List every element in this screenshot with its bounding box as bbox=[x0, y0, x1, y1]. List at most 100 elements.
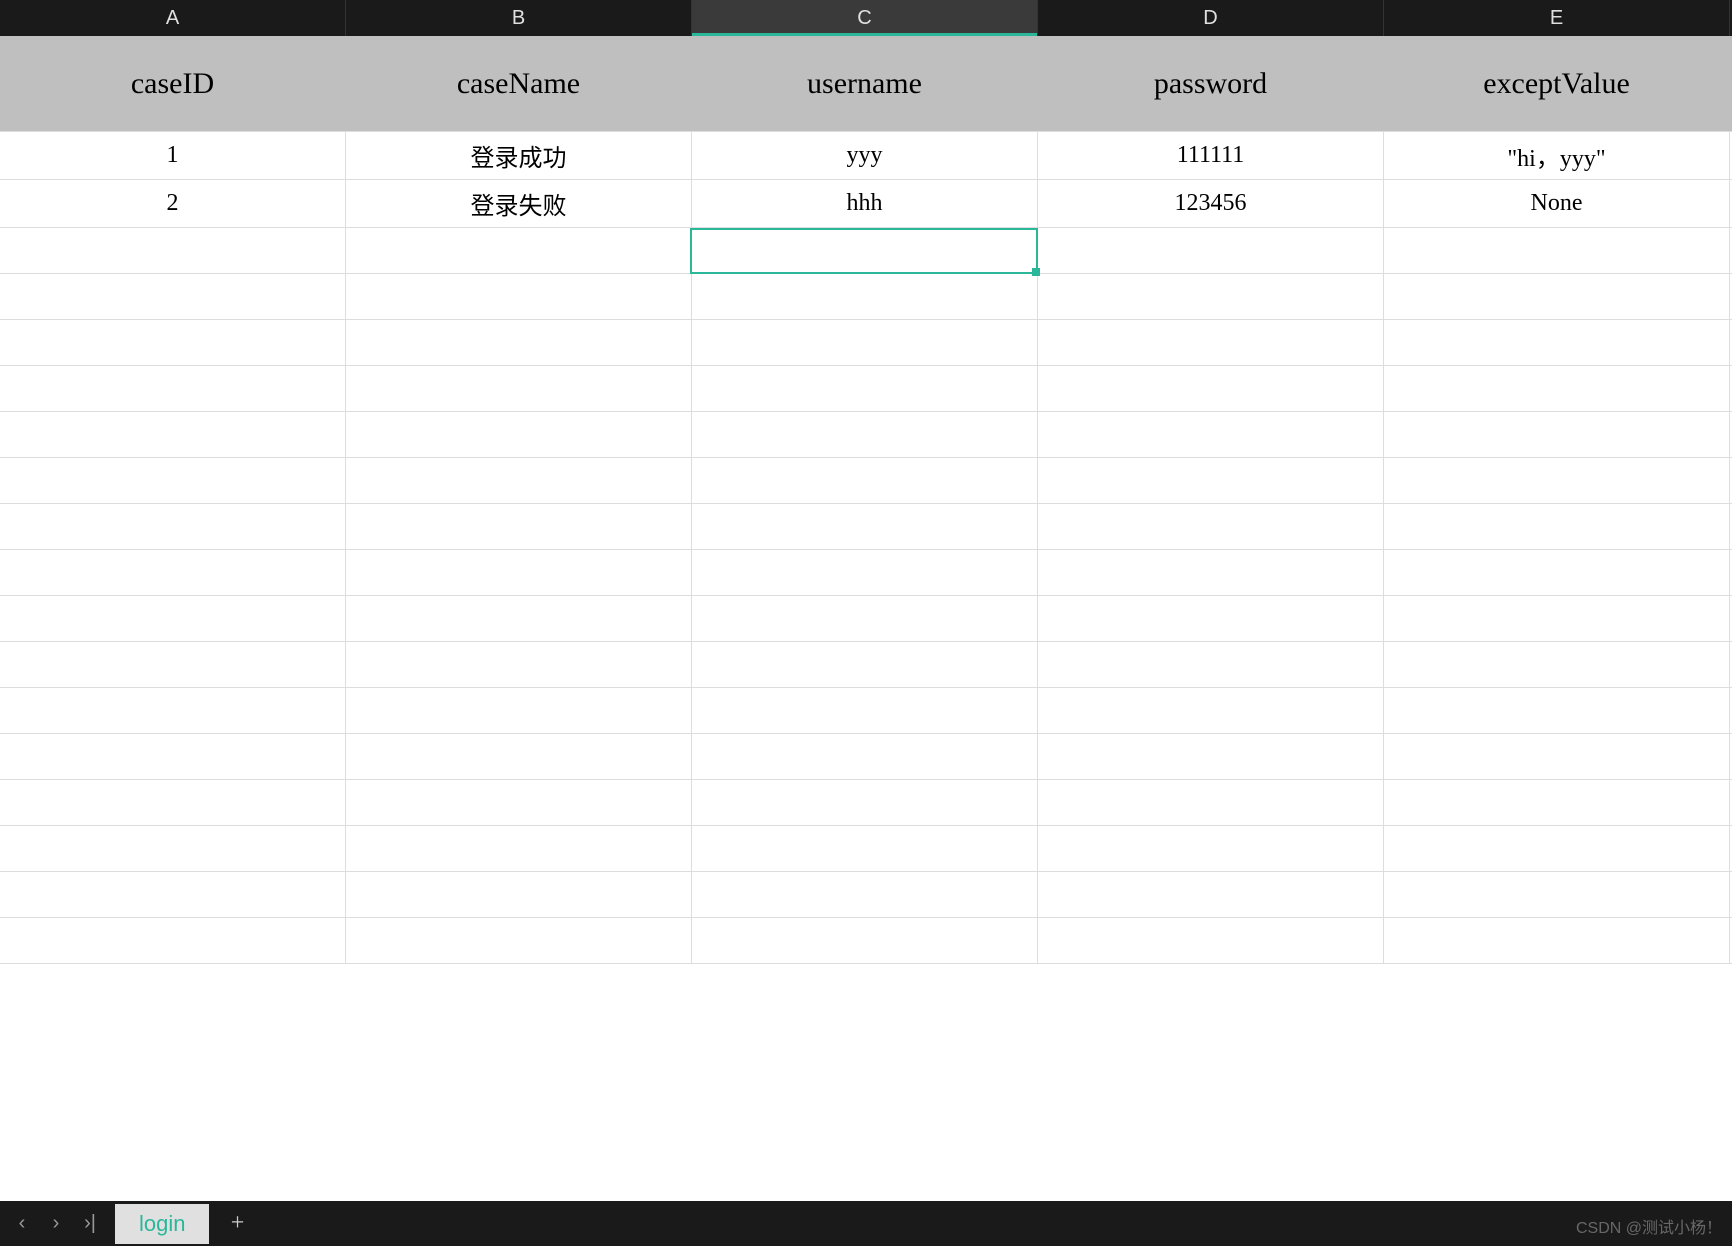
empty-cell[interactable] bbox=[0, 826, 346, 871]
empty-cell[interactable] bbox=[346, 780, 692, 825]
empty-cell[interactable] bbox=[692, 642, 1038, 687]
empty-cell[interactable] bbox=[1038, 228, 1384, 273]
cell-C3[interactable]: hhh bbox=[692, 180, 1038, 227]
empty-cell[interactable] bbox=[346, 734, 692, 779]
cell-A2[interactable]: 1 bbox=[0, 132, 346, 179]
cell-E2[interactable]: "hi，yyy" bbox=[1384, 132, 1730, 179]
empty-cell[interactable] bbox=[346, 550, 692, 595]
empty-cell[interactable] bbox=[1384, 688, 1730, 733]
empty-cell[interactable] bbox=[692, 734, 1038, 779]
empty-cell[interactable] bbox=[0, 458, 346, 503]
empty-cell[interactable] bbox=[692, 596, 1038, 641]
cell-B2[interactable]: 登录成功 bbox=[346, 132, 692, 179]
empty-cell[interactable] bbox=[1384, 412, 1730, 457]
empty-cell[interactable] bbox=[346, 596, 692, 641]
empty-cell[interactable] bbox=[1384, 228, 1730, 273]
empty-cell[interactable] bbox=[692, 366, 1038, 411]
empty-cell[interactable] bbox=[1384, 550, 1730, 595]
empty-cell[interactable] bbox=[1038, 688, 1384, 733]
empty-cell[interactable] bbox=[1384, 320, 1730, 365]
empty-cell[interactable] bbox=[0, 872, 346, 917]
spreadsheet-grid[interactable]: caseID caseName username password except… bbox=[0, 36, 1732, 1201]
empty-cell[interactable] bbox=[0, 412, 346, 457]
empty-cell[interactable] bbox=[692, 274, 1038, 319]
empty-cell[interactable] bbox=[1038, 872, 1384, 917]
nav-next-button[interactable]: › bbox=[39, 1201, 73, 1246]
add-sheet-button[interactable]: + bbox=[217, 1201, 257, 1246]
cell-A3[interactable]: 2 bbox=[0, 180, 346, 227]
sheet-tab-login[interactable]: login bbox=[115, 1204, 209, 1244]
column-header-C[interactable]: C bbox=[692, 0, 1038, 36]
cell-D2[interactable]: 111111 bbox=[1038, 132, 1384, 179]
empty-cell[interactable] bbox=[1384, 366, 1730, 411]
empty-cell[interactable] bbox=[1384, 274, 1730, 319]
empty-cell[interactable] bbox=[0, 642, 346, 687]
column-header-B[interactable]: B bbox=[346, 0, 692, 36]
empty-cell[interactable] bbox=[692, 320, 1038, 365]
empty-cell[interactable] bbox=[1384, 780, 1730, 825]
empty-cell[interactable] bbox=[346, 504, 692, 549]
empty-cell[interactable] bbox=[346, 228, 692, 273]
empty-cell[interactable] bbox=[1038, 412, 1384, 457]
empty-cell[interactable] bbox=[692, 826, 1038, 871]
empty-cell[interactable] bbox=[346, 872, 692, 917]
empty-cell[interactable] bbox=[346, 274, 692, 319]
empty-cell[interactable] bbox=[346, 642, 692, 687]
cell-E3[interactable]: None bbox=[1384, 180, 1730, 227]
empty-cell[interactable] bbox=[692, 412, 1038, 457]
empty-cell[interactable] bbox=[1384, 918, 1730, 963]
empty-cell[interactable] bbox=[692, 550, 1038, 595]
empty-cell[interactable] bbox=[0, 688, 346, 733]
empty-cell[interactable] bbox=[1384, 504, 1730, 549]
empty-cell[interactable] bbox=[692, 228, 1038, 273]
empty-cell[interactable] bbox=[0, 274, 346, 319]
empty-cell[interactable] bbox=[1038, 274, 1384, 319]
header-cell-exceptValue[interactable]: exceptValue bbox=[1384, 36, 1730, 131]
empty-cell[interactable] bbox=[1038, 596, 1384, 641]
column-header-D[interactable]: D bbox=[1038, 0, 1384, 36]
cell-B3[interactable]: 登录失败 bbox=[346, 180, 692, 227]
empty-cell[interactable] bbox=[1038, 826, 1384, 871]
empty-cell[interactable] bbox=[1038, 642, 1384, 687]
empty-cell[interactable] bbox=[346, 826, 692, 871]
empty-cell[interactable] bbox=[1038, 780, 1384, 825]
empty-cell[interactable] bbox=[0, 320, 346, 365]
empty-cell[interactable] bbox=[0, 734, 346, 779]
empty-cell[interactable] bbox=[1038, 918, 1384, 963]
empty-cell[interactable] bbox=[692, 872, 1038, 917]
empty-cell[interactable] bbox=[0, 780, 346, 825]
nav-prev-button[interactable]: ‹ bbox=[5, 1201, 39, 1246]
header-cell-caseID[interactable]: caseID bbox=[0, 36, 346, 131]
empty-cell[interactable] bbox=[692, 688, 1038, 733]
empty-cell[interactable] bbox=[346, 412, 692, 457]
empty-cell[interactable] bbox=[346, 320, 692, 365]
header-cell-username[interactable]: username bbox=[692, 36, 1038, 131]
empty-cell[interactable] bbox=[1038, 504, 1384, 549]
empty-cell[interactable] bbox=[692, 458, 1038, 503]
empty-cell[interactable] bbox=[1384, 458, 1730, 503]
empty-cell[interactable] bbox=[0, 504, 346, 549]
empty-cell[interactable] bbox=[1038, 734, 1384, 779]
empty-cell[interactable] bbox=[1038, 550, 1384, 595]
empty-cell[interactable] bbox=[1038, 320, 1384, 365]
empty-cell[interactable] bbox=[0, 918, 346, 963]
empty-cell[interactable] bbox=[346, 366, 692, 411]
empty-cell[interactable] bbox=[1384, 826, 1730, 871]
empty-cell[interactable] bbox=[346, 918, 692, 963]
column-header-A[interactable]: A bbox=[0, 0, 346, 36]
empty-cell[interactable] bbox=[692, 504, 1038, 549]
empty-cell[interactable] bbox=[0, 228, 346, 273]
empty-cell[interactable] bbox=[692, 918, 1038, 963]
empty-cell[interactable] bbox=[692, 780, 1038, 825]
empty-cell[interactable] bbox=[346, 458, 692, 503]
empty-cell[interactable] bbox=[346, 688, 692, 733]
column-header-E[interactable]: E bbox=[1384, 0, 1730, 36]
cell-C2[interactable]: yyy bbox=[692, 132, 1038, 179]
empty-cell[interactable] bbox=[1384, 642, 1730, 687]
cell-D3[interactable]: 123456 bbox=[1038, 180, 1384, 227]
empty-cell[interactable] bbox=[1384, 596, 1730, 641]
nav-last-button[interactable]: ›| bbox=[73, 1201, 107, 1246]
empty-cell[interactable] bbox=[1038, 366, 1384, 411]
empty-cell[interactable] bbox=[1384, 872, 1730, 917]
empty-cell[interactable] bbox=[1038, 458, 1384, 503]
